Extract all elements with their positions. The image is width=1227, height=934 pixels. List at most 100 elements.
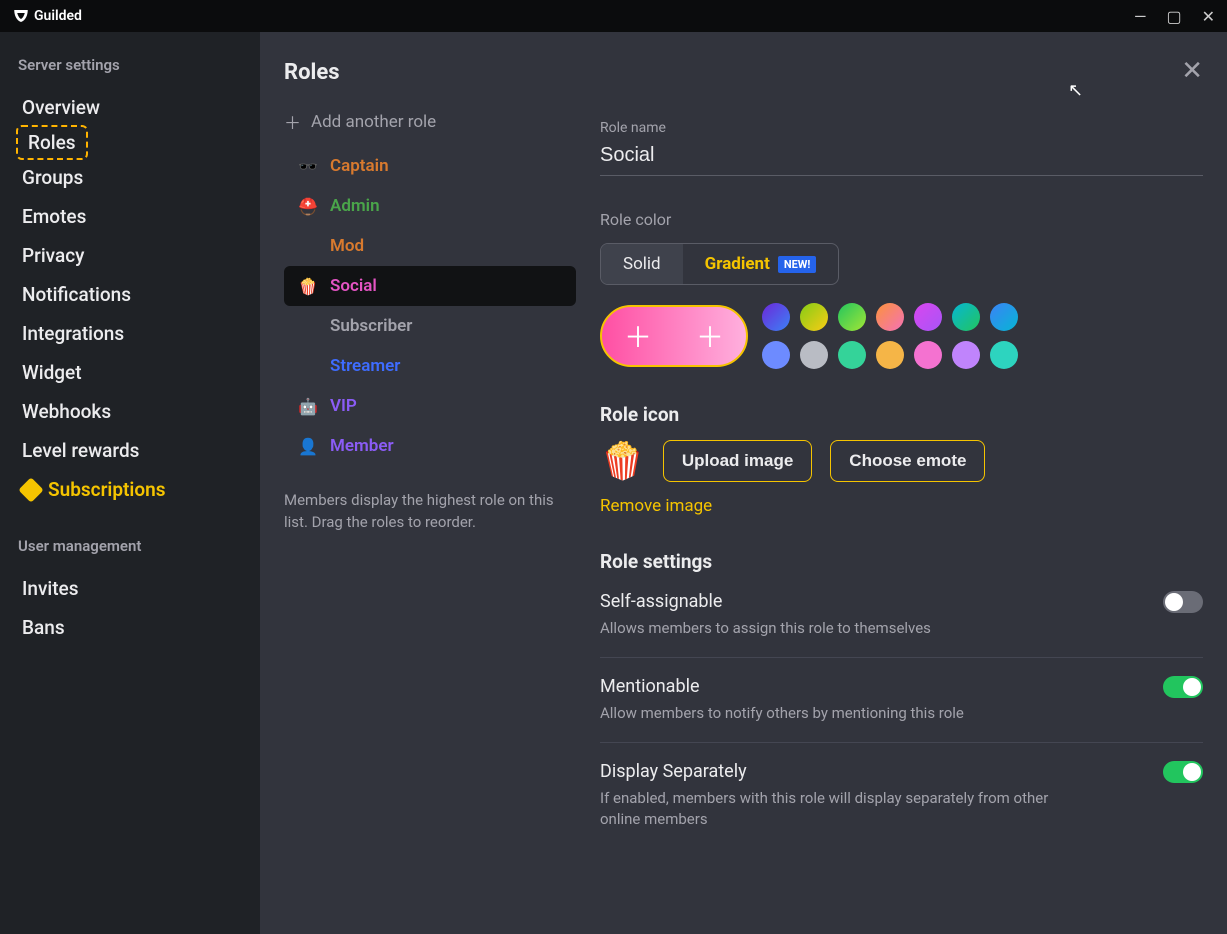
toggle-switch[interactable] — [1163, 761, 1203, 783]
maximize-button[interactable]: ▢ — [1166, 7, 1181, 26]
toggle-switch[interactable] — [1163, 591, 1203, 613]
toggle-switch[interactable] — [1163, 676, 1203, 698]
role-item-icon — [296, 354, 320, 378]
setting-title: Display Separately — [600, 761, 1060, 782]
sidebar-item-widget[interactable]: Widget — [18, 353, 242, 392]
app-logo: Guilded — [12, 7, 82, 25]
role-color-label: Role color — [600, 210, 1203, 229]
choose-emote-button[interactable]: Choose emote — [830, 440, 985, 482]
role-item-label: Admin — [330, 196, 380, 216]
role-item-label: Captain — [330, 156, 389, 176]
role-item-icon: ⛑️ — [296, 194, 320, 218]
titlebar-left: Guilded — [12, 7, 82, 25]
color-mode-toggle: Solid Gradient NEW! — [600, 243, 839, 285]
color-swatch[interactable] — [800, 341, 828, 369]
role-item-member[interactable]: 👤 Member — [284, 426, 576, 466]
role-item-label: VIP — [330, 396, 357, 416]
color-swatch[interactable] — [838, 303, 866, 331]
role-item-icon: 🍿 — [296, 274, 320, 298]
sidebar: Server settings Overview Roles Groups Em… — [0, 32, 260, 934]
color-swatch[interactable] — [838, 341, 866, 369]
color-swatch[interactable] — [990, 341, 1018, 369]
gradient-tab[interactable]: Gradient NEW! — [683, 244, 839, 284]
titlebar: Guilded — ▢ ✕ — [0, 0, 1227, 32]
role-item-streamer[interactable]: Streamer — [284, 346, 576, 386]
setting-title: Self-assignable — [600, 591, 931, 612]
role-item-label: Social — [330, 276, 377, 296]
role-item-label: Mod — [330, 236, 364, 256]
setting-title: Mentionable — [600, 676, 964, 697]
sidebar-item-invites[interactable]: Invites — [18, 569, 242, 608]
upload-image-button[interactable]: Upload image — [663, 440, 812, 482]
subscriptions-label: Subscriptions — [48, 478, 165, 501]
roles-reorder-tip: Members display the highest role on this… — [284, 490, 576, 534]
color-swatch[interactable] — [914, 303, 942, 331]
remove-image-link[interactable]: Remove image — [600, 496, 712, 516]
sidebar-item-webhooks[interactable]: Webhooks — [18, 392, 242, 431]
color-swatch[interactable] — [990, 303, 1018, 331]
color-swatch[interactable] — [914, 341, 942, 369]
role-name-input[interactable] — [600, 140, 1203, 176]
role-item-label: Member — [330, 436, 394, 456]
role-item-icon — [296, 314, 320, 338]
role-name-label: Role name — [600, 120, 1203, 136]
role-item-social[interactable]: 🍿 Social — [284, 266, 576, 306]
cursor-icon: ↖ — [1068, 80, 1083, 101]
sidebar-item-roles[interactable]: Roles — [18, 127, 86, 158]
color-swatch[interactable] — [876, 303, 904, 331]
color-swatch[interactable] — [762, 341, 790, 369]
color-swatch[interactable] — [876, 341, 904, 369]
subscriptions-icon — [18, 477, 43, 502]
color-swatch[interactable] — [800, 303, 828, 331]
plus-icon: ＋ — [284, 109, 301, 134]
sidebar-item-overview[interactable]: Overview — [18, 88, 242, 127]
guilded-icon — [12, 7, 30, 25]
solid-tab[interactable]: Solid — [601, 244, 683, 284]
sidebar-section-user: User management — [18, 537, 242, 555]
sidebar-item-notifications[interactable]: Notifications — [18, 275, 242, 314]
add-role-label: Add another role — [311, 112, 436, 132]
setting-description: Allows members to assign this role to th… — [600, 618, 931, 639]
setting-description: If enabled, members with this role will … — [600, 788, 1060, 830]
setting-row: Self-assignable Allows members to assign … — [600, 573, 1203, 658]
sidebar-item-privacy[interactable]: Privacy — [18, 236, 242, 275]
plus-icon: ＋ — [696, 316, 724, 356]
sidebar-item-bans[interactable]: Bans — [18, 608, 242, 647]
sidebar-section-server: Server settings — [18, 56, 242, 74]
color-swatch[interactable] — [952, 341, 980, 369]
custom-gradient-button[interactable]: ＋ ＋ — [600, 305, 748, 367]
role-settings-label: Role settings — [600, 550, 1203, 573]
role-icon-label: Role icon — [600, 403, 1203, 426]
app-name: Guilded — [34, 8, 82, 24]
setting-row: Mentionable Allow members to notify other… — [600, 658, 1203, 743]
color-swatch[interactable] — [762, 303, 790, 331]
minimize-button[interactable]: — — [1134, 7, 1147, 26]
add-role-button[interactable]: ＋ Add another role — [284, 109, 576, 134]
role-item-subscriber[interactable]: Subscriber — [284, 306, 576, 346]
close-window-button[interactable]: ✕ — [1202, 7, 1215, 26]
setting-description: Allow members to notify others by mentio… — [600, 703, 964, 724]
plus-icon: ＋ — [624, 316, 652, 356]
sidebar-item-emotes[interactable]: Emotes — [18, 197, 242, 236]
role-item-icon: 👤 — [296, 434, 320, 458]
role-item-admin[interactable]: ⛑️ Admin — [284, 186, 576, 226]
role-item-icon — [296, 234, 320, 258]
role-item-label: Streamer — [330, 356, 400, 376]
setting-row: Display Separately If enabled, members wi… — [600, 743, 1203, 848]
sidebar-item-integrations[interactable]: Integrations — [18, 314, 242, 353]
window-controls: — ▢ ✕ — [1134, 7, 1215, 26]
role-item-icon: 🕶️ — [296, 154, 320, 178]
role-item-icon: 🤖 — [296, 394, 320, 418]
sidebar-item-level-rewards[interactable]: Level rewards — [18, 431, 242, 470]
new-badge: NEW! — [778, 256, 817, 273]
close-panel-button[interactable]: ✕ — [1181, 56, 1203, 86]
role-item-mod[interactable]: Mod — [284, 226, 576, 266]
gradient-label: Gradient — [705, 254, 770, 274]
role-icon-preview: 🍿 — [600, 440, 645, 482]
role-item-captain[interactable]: 🕶️ Captain — [284, 146, 576, 186]
color-swatch[interactable] — [952, 303, 980, 331]
sidebar-item-subscriptions[interactable]: Subscriptions — [18, 470, 242, 509]
sidebar-item-groups[interactable]: Groups — [18, 158, 242, 197]
role-item-vip[interactable]: 🤖 VIP — [284, 386, 576, 426]
role-detail-panel: ↖ ✕ Role name Role color Solid Gradient … — [576, 32, 1227, 934]
